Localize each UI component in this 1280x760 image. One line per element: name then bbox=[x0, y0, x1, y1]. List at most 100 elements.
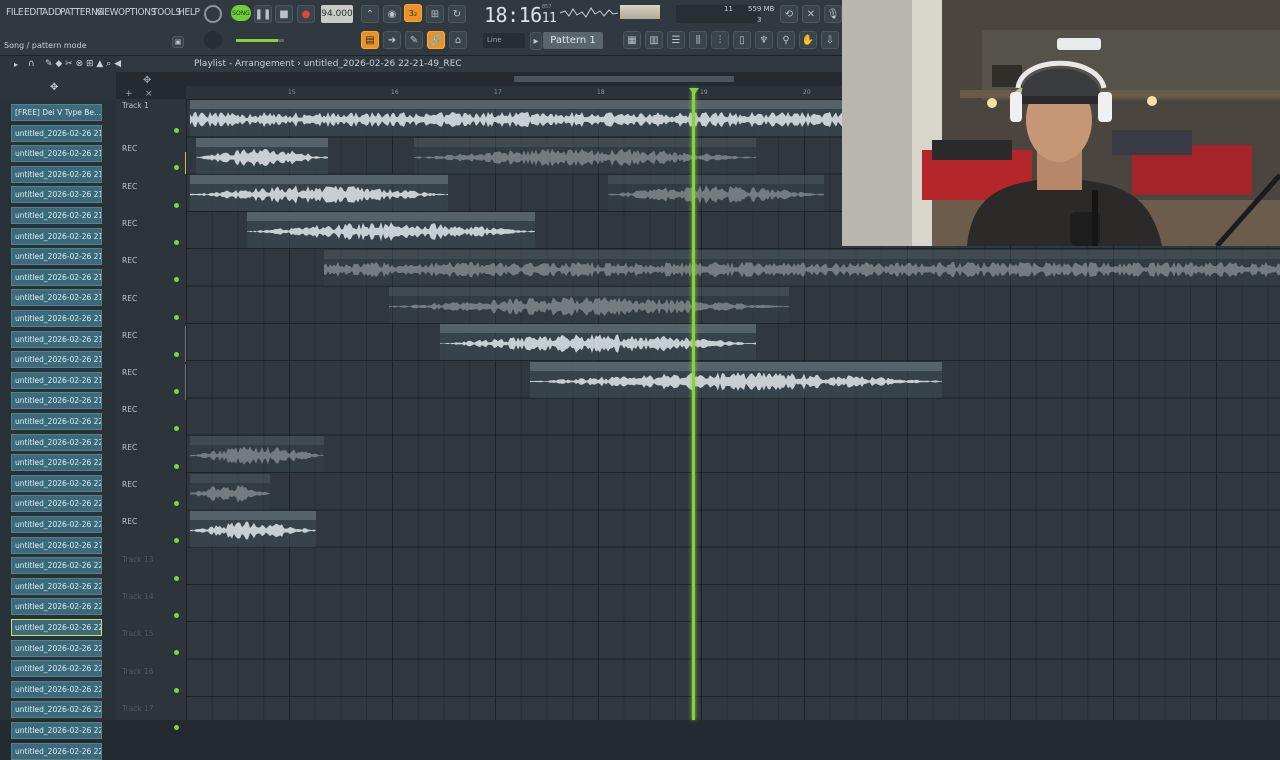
song-mode-toggle[interactable]: SONG bbox=[231, 5, 251, 21]
browser-item[interactable]: untitled_2026-02-26 22-... bbox=[11, 722, 102, 739]
browser-item[interactable]: untitled_2026-02-26 22-... bbox=[11, 680, 102, 698]
wait-record-icon[interactable]: ◉ bbox=[383, 5, 401, 23]
browser-item[interactable]: untitled_2026-02-26 22-... bbox=[11, 619, 102, 636]
browser-item[interactable]: untitled_2026-02-26 22-... bbox=[11, 577, 102, 595]
browser-item[interactable]: untitled_2026-02-26 21-... bbox=[11, 145, 102, 163]
playlist-nav-icon[interactable]: ✥ bbox=[143, 75, 151, 86]
track-enable-led[interactable] bbox=[174, 351, 179, 357]
pencil-icon[interactable]: ✎ bbox=[405, 31, 423, 49]
track-label[interactable]: Track 1 bbox=[122, 101, 149, 110]
browser-item[interactable]: untitled_2026-02-26 21-... bbox=[11, 351, 102, 369]
song-position-knob[interactable] bbox=[204, 5, 222, 23]
track-label[interactable]: REC bbox=[122, 182, 137, 191]
browser-item[interactable]: untitled_2026-02-26 22-... bbox=[11, 701, 102, 719]
track-enable-led[interactable] bbox=[174, 687, 179, 693]
browser-menu-icon[interactable]: ▸ bbox=[14, 60, 18, 69]
browser-item[interactable]: untitled_2026-02-26 22-... bbox=[11, 413, 102, 430]
track-label[interactable]: Track 16 bbox=[122, 667, 154, 676]
track-enable-led[interactable] bbox=[174, 724, 179, 730]
plugin-icon[interactable]: ✕ bbox=[802, 5, 820, 23]
playlist-icon[interactable]: ▦ bbox=[623, 31, 641, 49]
browser-item[interactable]: untitled_2026-02-26 27-... bbox=[11, 536, 102, 554]
menu-options[interactable]: OPTIONS bbox=[118, 7, 156, 18]
browser-item[interactable]: untitled_2026-02-26 22-... bbox=[11, 454, 102, 472]
menu-help[interactable]: HELP bbox=[178, 7, 200, 18]
playlist-tools-icon[interactable]: ✎ ◆ ✂ ⊗ ⊞ ▲ ⌕ ◀ bbox=[45, 59, 121, 69]
snap-select[interactable]: Line bbox=[483, 33, 525, 48]
master-volume-slider[interactable] bbox=[236, 39, 284, 42]
track-label[interactable]: REC bbox=[122, 256, 137, 265]
browser-item[interactable]: untitled_2026-02-26 21-... bbox=[11, 330, 102, 348]
track-label[interactable]: REC bbox=[122, 443, 137, 452]
track-label[interactable]: REC bbox=[122, 480, 137, 489]
menu-tools[interactable]: TOOLS bbox=[152, 7, 181, 18]
track-label[interactable]: Track 13 bbox=[122, 555, 154, 564]
audio-clip[interactable]: untitled_2026-02-26 22-26-42_REC bbox=[324, 250, 1280, 286]
export-icon[interactable]: ⇩ bbox=[821, 31, 839, 49]
audio-clip[interactable]: untitled_2026-02-26 22-21-49_REC bbox=[196, 138, 328, 174]
browser-item[interactable]: untitled_2026-02-26 22-... bbox=[11, 742, 102, 760]
magnet-icon[interactable]: ∩ bbox=[28, 59, 35, 69]
loop-record-icon[interactable]: ↻ bbox=[448, 5, 466, 23]
browser-item[interactable]: untitled_2026-02-26 22-... bbox=[11, 495, 102, 513]
add-track-icon[interactable]: + bbox=[125, 89, 133, 99]
horizontal-scrollbar[interactable] bbox=[514, 76, 734, 82]
plugin-database-icon[interactable]: ♆ bbox=[755, 31, 773, 49]
browser-item[interactable]: untitled_2026-02-26 22-... bbox=[11, 639, 102, 657]
timeline-ruler[interactable] bbox=[186, 86, 842, 99]
audio-clip[interactable]: untitled_2026-02-27 00-26-21_REC bbox=[530, 362, 942, 398]
playlist-snap-icon[interactable]: ▤ bbox=[361, 31, 379, 49]
audio-clip[interactable]: untitled_2026-02-26 22-18-30_REC bbox=[190, 436, 324, 472]
browser-item[interactable]: [FREE] Dei V Type Be... bbox=[11, 104, 102, 121]
browser-item[interactable]: untitled_2026-02-26 21-... bbox=[11, 289, 102, 307]
audio-clip[interactable]: [FREE] Dei V Type Beat CLIMA Trap Instru… bbox=[190, 100, 842, 136]
browser-item[interactable]: untitled_2026-02-26 21-... bbox=[11, 227, 102, 245]
hint-expand-icon[interactable]: ▣ bbox=[172, 36, 184, 48]
track-label[interactable]: REC bbox=[122, 517, 137, 526]
menu-file[interactable]: FILE bbox=[6, 7, 24, 18]
mixer-icon[interactable]: ⫼ bbox=[689, 31, 707, 49]
track-label[interactable]: REC bbox=[122, 405, 137, 414]
track-enable-led[interactable] bbox=[174, 128, 179, 133]
browser-item[interactable]: untitled_2026-02-26 22-... bbox=[11, 433, 102, 451]
arrangement-name[interactable]: untitled_2026-02-26 22-21-49_REC bbox=[304, 59, 462, 69]
track-label[interactable]: REC bbox=[122, 219, 137, 228]
track-enable-led[interactable] bbox=[174, 463, 179, 469]
audio-clip[interactable]: untitled_2026-02-26 22-24-36_REC bbox=[247, 212, 535, 248]
pattern-selector[interactable]: Pattern 1 bbox=[543, 32, 603, 49]
channel-rack-icon[interactable]: ☰ bbox=[667, 31, 685, 49]
step-edit-icon[interactable]: ⊞ bbox=[426, 5, 444, 23]
browser-item[interactable]: untitled_2026-02-26 21-... bbox=[11, 268, 102, 286]
hand-icon[interactable]: ✋ bbox=[799, 31, 817, 49]
arrow-icon[interactable]: ➜ bbox=[383, 31, 401, 49]
microphone-icon[interactable]: 🎙 bbox=[824, 5, 842, 23]
browser-item[interactable]: untitled_2026-02-26 21-... bbox=[11, 371, 102, 389]
menu-view[interactable]: VIEW bbox=[96, 7, 118, 18]
audio-clip[interactable]: untitled_2026-02-27 00-25-03_REC bbox=[440, 324, 756, 360]
track-enable-led[interactable] bbox=[174, 239, 179, 245]
menu-add[interactable]: ADD bbox=[42, 7, 61, 18]
menu-edit[interactable]: EDIT bbox=[24, 7, 44, 18]
browser-item[interactable]: untitled_2026-02-26 22-... bbox=[11, 474, 102, 492]
track-label[interactable]: REC bbox=[122, 368, 137, 377]
browser-item[interactable]: untitled_2026-02-26 21-... bbox=[11, 207, 102, 224]
pause-button[interactable]: ❚❚ bbox=[254, 5, 272, 23]
audio-clip[interactable]: untitled_2026-02-27 00-23-02_REC bbox=[190, 511, 316, 547]
track-enable-led[interactable] bbox=[174, 575, 179, 581]
browser-item[interactable]: untitled_2026-02-26 21-... bbox=[11, 310, 102, 327]
audio-clip[interactable]: untitled_2026-02-27 00-25-49_REC bbox=[608, 175, 824, 211]
browser-item[interactable]: untitled_2026-02-26 22-... bbox=[11, 598, 102, 616]
track-label[interactable]: Track 17 bbox=[122, 704, 154, 713]
save-icon[interactable]: ▯ bbox=[733, 31, 751, 49]
track-enable-led[interactable] bbox=[174, 612, 179, 618]
master-pitch-knob[interactable] bbox=[204, 31, 222, 49]
pattern-prev-icon[interactable]: ▸ bbox=[530, 32, 542, 50]
audio-clip[interactable]: untitled_2026-02-26 22-23-11_REC bbox=[190, 175, 448, 211]
track-label[interactable]: Track 15 bbox=[122, 629, 154, 638]
browser-item[interactable]: untitled_2026-02-26 22-... bbox=[11, 660, 102, 678]
track-label[interactable]: Track 14 bbox=[122, 592, 154, 601]
browser-item[interactable]: untitled_2026-02-26 21-... bbox=[11, 165, 102, 183]
track-enable-led[interactable] bbox=[174, 314, 179, 320]
audio-clip[interactable]: untitled_2-20-07_REC bbox=[190, 474, 270, 510]
audio-clip[interactable]: untitled_2026-02-27 00-24-42_REC bbox=[389, 287, 789, 323]
